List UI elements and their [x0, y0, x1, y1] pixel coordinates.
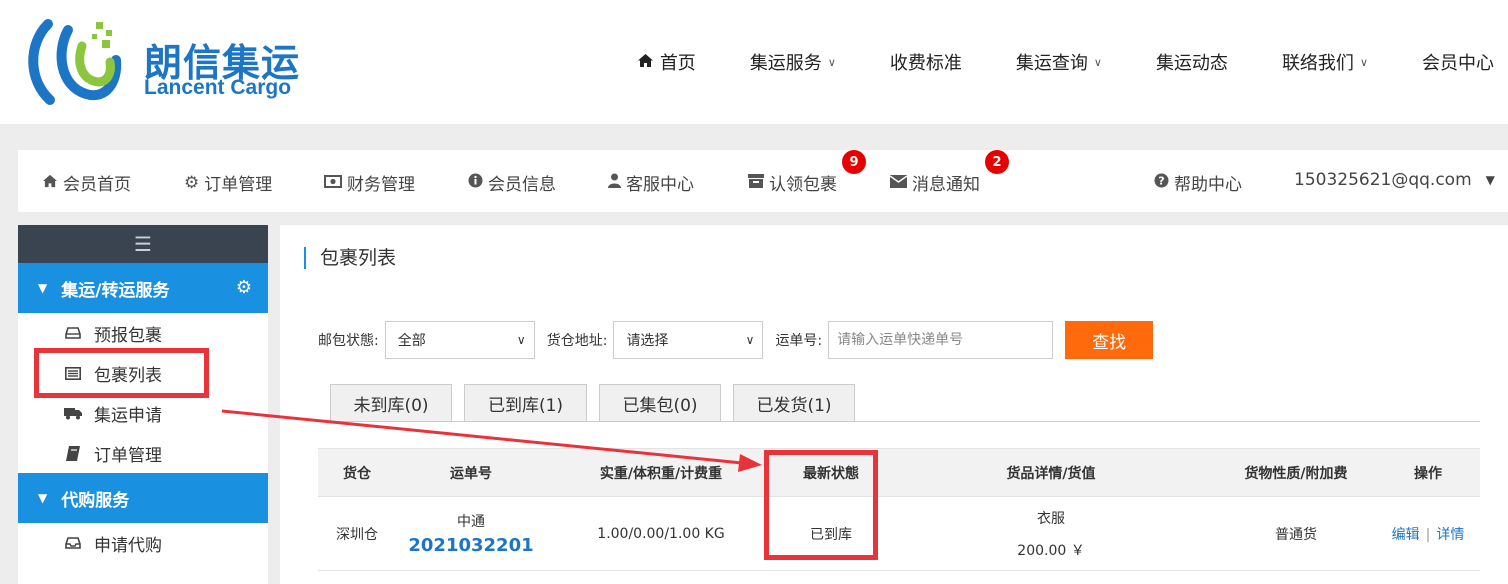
annotation-arrow	[221, 409, 762, 472]
